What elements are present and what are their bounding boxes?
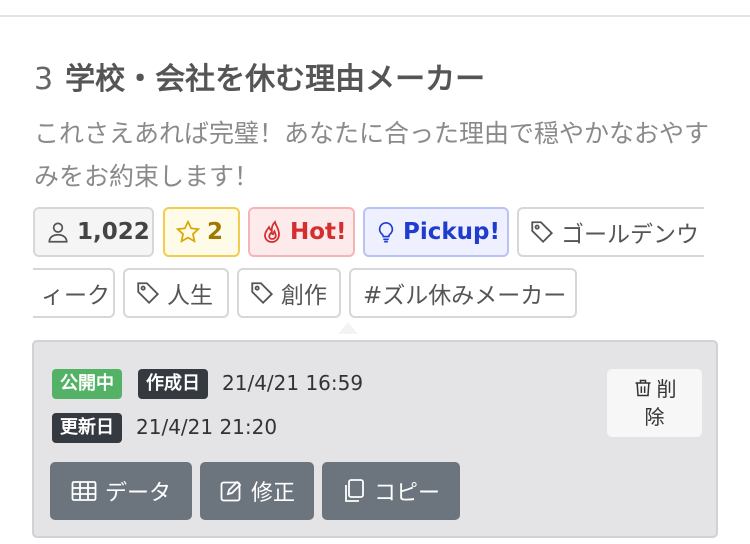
pickup-label: Pickup!: [403, 219, 500, 245]
tag-label: 創作: [281, 283, 327, 309]
data-button-label: データ: [104, 481, 171, 506]
meta-panel: 公開中 作成日 21/4/21 16:59 更新日 21/4/21 21:20 …: [32, 340, 718, 538]
tag-label: 人生: [167, 283, 213, 309]
views-chip: 1,022: [33, 207, 154, 257]
tag-icon: [531, 221, 554, 244]
tag-icon: [251, 282, 274, 305]
copy-icon: [345, 479, 364, 502]
tag-chip-golden-week[interactable]: ゴールデンウ: [517, 207, 704, 257]
rank-number: 3: [34, 62, 54, 97]
hashtag-label: #ズル休みメーカー: [363, 283, 567, 309]
edit-button[interactable]: 修正: [200, 462, 314, 520]
tag-label: ゴールデンウ: [561, 222, 699, 248]
top-divider: [0, 15, 750, 17]
table-icon: [71, 481, 97, 501]
hot-chip: Hot!: [248, 207, 355, 257]
copy-button[interactable]: コピー: [322, 462, 460, 520]
hashtag-chip[interactable]: #ズル休みメーカー: [349, 268, 577, 318]
tag-chip-life[interactable]: 人生: [123, 268, 229, 318]
fire-icon: [264, 220, 280, 243]
star-count: 2: [207, 219, 224, 245]
lightbulb-icon: [378, 222, 394, 243]
hot-label: Hot!: [290, 219, 347, 245]
tag-label: ィーク: [41, 283, 110, 309]
edit-icon: [220, 480, 242, 502]
delete-label-line1: 削: [656, 377, 677, 401]
trash-icon: [635, 379, 650, 397]
views-count: 1,022: [77, 219, 150, 245]
tag-chip-creation[interactable]: 創作: [237, 268, 341, 318]
user-icon: [48, 222, 68, 243]
tag-icon: [137, 282, 160, 305]
created-datetime: 21/4/21 16:59: [222, 371, 364, 395]
delete-button[interactable]: 削 除: [607, 369, 702, 437]
item-title[interactable]: 3 学校・会社を休む理由メーカー: [34, 54, 485, 98]
public-status-badge: 公開中: [52, 369, 122, 399]
delete-label-line2: 除: [644, 405, 665, 429]
item-description: これさえあれば完璧！あなたに合った理由で穏やかなおやすみをお約束します！: [34, 119, 710, 191]
panel-caret: [338, 322, 358, 334]
created-badge: 作成日: [138, 369, 208, 399]
pickup-chip: Pickup!: [363, 207, 509, 257]
star-icon: [175, 219, 201, 243]
copy-button-label: コピー: [373, 481, 440, 506]
edit-button-label: 修正: [250, 481, 295, 506]
star-chip[interactable]: 2: [163, 207, 240, 257]
updated-datetime: 21/4/21 21:20: [136, 415, 278, 439]
updated-badge: 更新日: [52, 413, 122, 443]
title-text[interactable]: 学校・会社を休む理由メーカー: [65, 62, 485, 97]
data-button[interactable]: データ: [50, 462, 192, 520]
tag-chip-golden-week-continued[interactable]: ィーク: [33, 268, 115, 318]
